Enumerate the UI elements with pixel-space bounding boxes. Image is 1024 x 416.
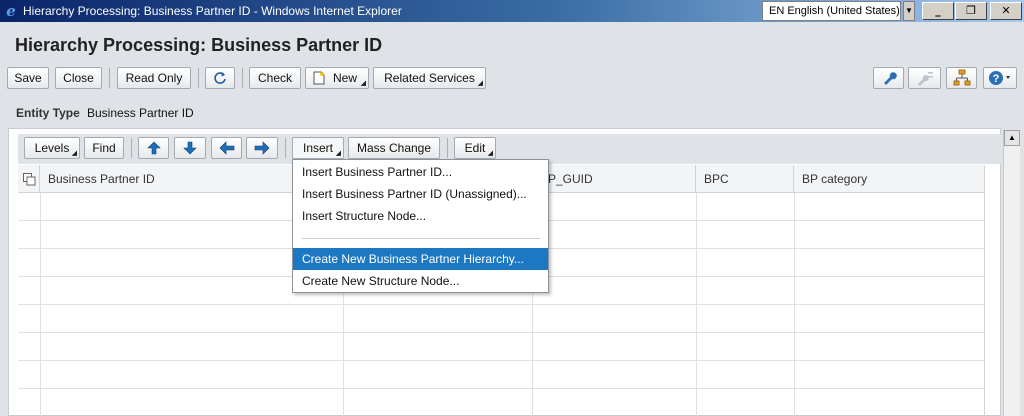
- close-button[interactable]: Close: [55, 67, 102, 89]
- find-button[interactable]: Find: [84, 137, 124, 159]
- column-divider: [696, 193, 697, 416]
- entity-type-label: Entity Type: [16, 106, 80, 120]
- move-up-button[interactable]: [138, 137, 169, 159]
- arrow-right-icon: [254, 141, 270, 155]
- toolbar-separator: [447, 138, 448, 158]
- menu-item-insert-business-partner-id[interactable]: Insert Business Partner ID...: [293, 161, 548, 183]
- mass-change-button[interactable]: Mass Change: [348, 137, 440, 159]
- column-header-bp-guid[interactable]: BP_GUID: [532, 165, 696, 193]
- edit-label: Edit: [464, 141, 486, 155]
- toolbar-separator: [242, 68, 243, 88]
- dropdown-arrow-icon: ◢: [487, 150, 493, 157]
- arrow-down-icon: [183, 141, 197, 155]
- window-title: Hierarchy Processing: Business Partner I…: [23, 4, 402, 18]
- arrow-left-icon: [219, 141, 234, 155]
- vertical-scrollbar[interactable]: ▲: [1003, 130, 1020, 416]
- insert-label: Insert: [302, 141, 333, 155]
- dropdown-arrow-icon: ◢: [71, 150, 77, 157]
- table-row[interactable]: [18, 361, 984, 389]
- chevron-down-icon[interactable]: ▼: [903, 1, 915, 21]
- column-divider: [984, 165, 985, 416]
- column-divider: [40, 193, 41, 416]
- settings-button[interactable]: [873, 67, 904, 89]
- check-button[interactable]: Check: [249, 67, 301, 89]
- internet-explorer-icon: e: [6, 2, 16, 20]
- select-all-icon: [23, 173, 36, 186]
- page-title: Hierarchy Processing: Business Partner I…: [15, 35, 383, 55]
- select-all-cell[interactable]: [18, 165, 40, 193]
- new-button[interactable]: New ◢: [305, 67, 369, 89]
- table-row[interactable]: [18, 305, 984, 333]
- move-left-button[interactable]: [211, 137, 242, 159]
- language-selector[interactable]: EN English (United States): [762, 1, 901, 21]
- dropdown-arrow-icon: ◢: [477, 80, 483, 87]
- new-document-icon: [313, 71, 325, 85]
- levels-label: Levels: [34, 141, 70, 155]
- maximize-button[interactable]: ❐: [955, 2, 987, 20]
- refresh-button[interactable]: [205, 67, 235, 89]
- menu-item-create-new-business-partner-hierarchy[interactable]: Create New Business Partner Hierarchy...: [293, 248, 548, 270]
- toolbar-separator: [285, 138, 286, 158]
- personalize-icon: [917, 72, 933, 86]
- dropdown-arrow-icon: ◢: [360, 80, 366, 87]
- save-button[interactable]: Save: [7, 67, 49, 89]
- menu-item-create-new-structure-node[interactable]: Create New Structure Node...: [293, 270, 548, 292]
- column-header-bpc[interactable]: BPC: [696, 165, 794, 193]
- table-row[interactable]: [18, 389, 984, 416]
- new-button-label: New: [332, 71, 357, 85]
- help-icon: ?: [989, 71, 1010, 85]
- dropdown-arrow-icon: ◢: [335, 150, 341, 157]
- menu-separator: [302, 238, 540, 239]
- minimize-button[interactable]: _: [922, 2, 954, 20]
- related-services-button[interactable]: Related Services ◢: [373, 67, 486, 89]
- hierarchy-button[interactable]: [946, 67, 977, 89]
- entity-type-value: Business Partner ID: [87, 106, 194, 120]
- help-button[interactable]: ?: [983, 67, 1017, 89]
- insert-button[interactable]: Insert ◢: [292, 137, 344, 159]
- move-right-button[interactable]: [246, 137, 278, 159]
- insert-menu: Insert Business Partner ID... Insert Bus…: [292, 159, 549, 293]
- column-divider: [794, 193, 795, 416]
- scroll-up-icon[interactable]: ▲: [1004, 130, 1020, 146]
- menu-item-insert-structure-node[interactable]: Insert Structure Node...: [293, 205, 548, 227]
- read-only-button[interactable]: Read Only: [117, 67, 191, 89]
- personalize-button[interactable]: [908, 67, 941, 89]
- table-row[interactable]: [18, 333, 984, 361]
- toolbar-separator: [198, 68, 199, 88]
- toolbar-separator: [109, 68, 110, 88]
- move-down-button[interactable]: [174, 137, 206, 159]
- edit-button[interactable]: Edit ◢: [454, 137, 496, 159]
- hierarchy-icon: [953, 69, 970, 86]
- toolbar-separator: [131, 138, 132, 158]
- menu-item-insert-business-partner-id-unassigned[interactable]: Insert Business Partner ID (Unassigned).…: [293, 183, 548, 205]
- close-window-button[interactable]: ✕: [990, 2, 1022, 20]
- levels-button[interactable]: Levels ◢: [24, 137, 80, 159]
- wrench-icon: [883, 72, 897, 85]
- svg-text:?: ?: [993, 73, 1000, 85]
- refresh-icon: [214, 72, 226, 84]
- column-header-bp-category[interactable]: BP category: [794, 165, 984, 193]
- arrow-up-icon: [146, 141, 161, 155]
- related-services-label: Related Services: [384, 71, 475, 85]
